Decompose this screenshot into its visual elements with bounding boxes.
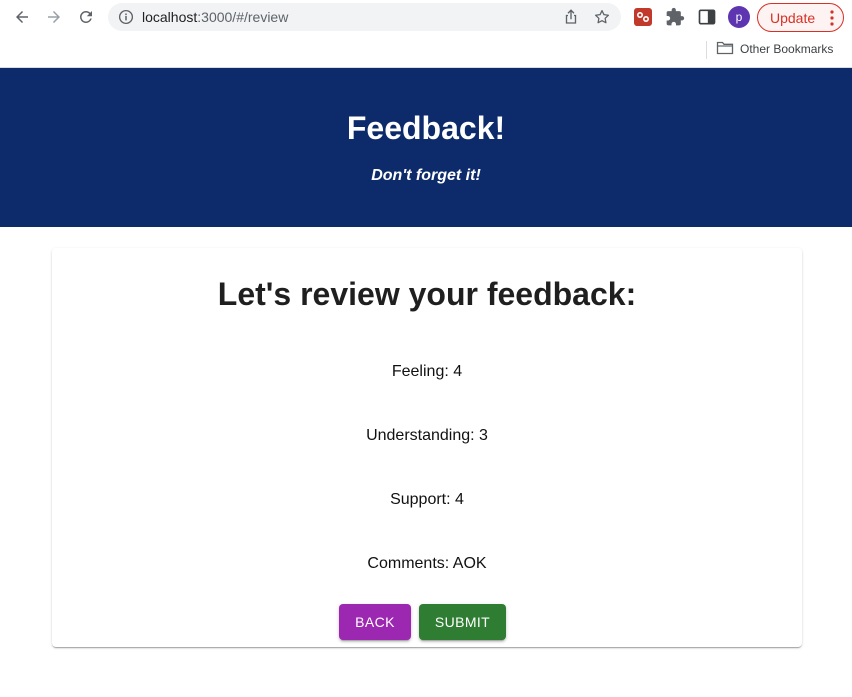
more-vert-icon: [830, 10, 834, 26]
update-label: Update: [770, 9, 816, 26]
share-icon[interactable]: [562, 8, 580, 26]
url-text[interactable]: localhost:3000/#/review: [142, 9, 288, 25]
address-bar[interactable]: localhost:3000/#/review: [108, 3, 621, 31]
forward-arrow-icon[interactable]: [42, 5, 66, 29]
review-card: Let's review your feedback: Feeling: 4 U…: [52, 248, 802, 647]
reload-icon[interactable]: [74, 5, 98, 29]
back-arrow-icon[interactable]: [10, 5, 34, 29]
submit-button[interactable]: SUBMIT: [419, 604, 506, 640]
folder-icon[interactable]: [716, 40, 734, 56]
app-subtitle: Don't forget it!: [371, 167, 481, 184]
browser-chrome: localhost:3000/#/review p Update Other B…: [0, 0, 852, 68]
profile-avatar[interactable]: p: [728, 6, 750, 28]
update-button[interactable]: Update: [757, 3, 844, 32]
star-icon[interactable]: [593, 8, 611, 26]
info-icon[interactable]: [117, 8, 135, 26]
other-bookmarks-link[interactable]: Other Bookmarks: [740, 42, 833, 56]
bookmarks-bar: Other Bookmarks: [0, 36, 852, 68]
app-title: Feedback!: [346, 110, 506, 146]
understanding-value: Understanding: 3: [366, 427, 488, 444]
app-header: Feedback! Don't forget it!: [0, 68, 852, 227]
bookmarks-separator: [706, 41, 707, 59]
puzzle-icon[interactable]: [665, 7, 685, 27]
support-value: Support: 4: [390, 491, 464, 508]
browser-toolbar: localhost:3000/#/review p Update: [0, 0, 852, 35]
extension-icon[interactable]: [633, 7, 653, 27]
review-title: Let's review your feedback:: [217, 276, 637, 312]
comments-value: Comments: AOK: [367, 555, 487, 572]
back-button[interactable]: BACK: [339, 604, 411, 640]
url-path: :3000/#/review: [197, 9, 289, 25]
side-panel-icon[interactable]: [697, 7, 717, 27]
feeling-value: Feeling: 4: [391, 363, 463, 380]
url-host: localhost: [142, 9, 198, 25]
